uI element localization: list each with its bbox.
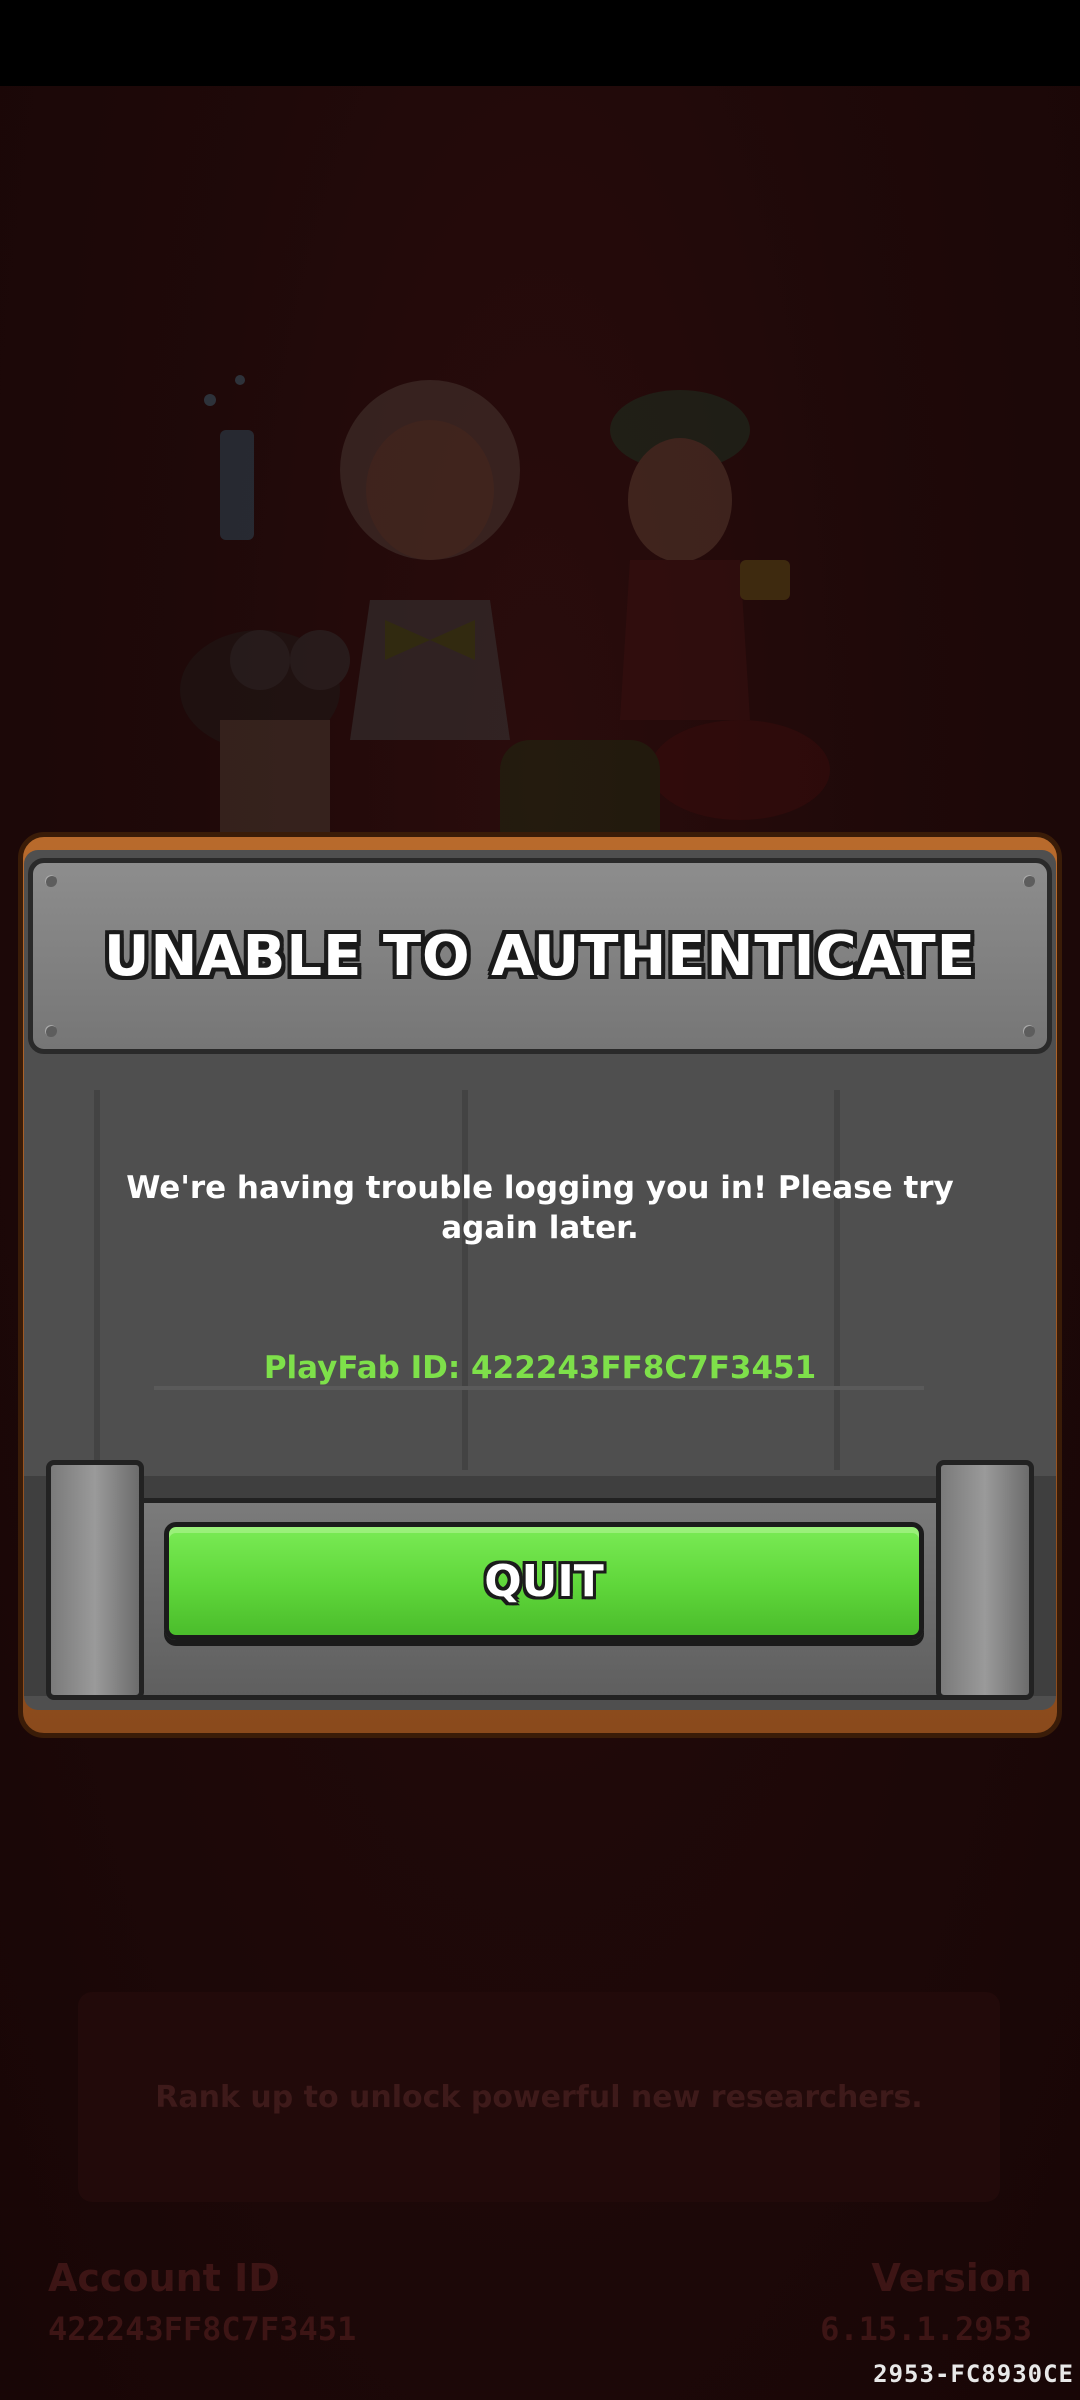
error-message: We're having trouble logging you in! Ple… — [126, 1170, 954, 1246]
build-id: 2953-FC8930CE — [873, 2360, 1074, 2388]
rivet — [1023, 1025, 1035, 1037]
tip-panel: Rank up to unlock powerful new researche… — [78, 1992, 1000, 2202]
version-value: 6.15.1.2953 — [820, 2310, 1032, 2348]
panel-seam — [834, 1090, 840, 1470]
version-label: Version — [871, 2256, 1032, 2300]
quit-button[interactable]: QUIT — [164, 1522, 924, 1640]
dialog-header: UNABLE TO AUTHENTICATE — [28, 858, 1052, 1054]
dialog-title: UNABLE TO AUTHENTICATE — [104, 923, 976, 989]
account-id-label: Account ID — [48, 2256, 280, 2300]
rail-post-right — [936, 1460, 1034, 1700]
rivet — [1023, 875, 1035, 887]
account-id-value: 422243FF8C7F3451 — [48, 2310, 357, 2348]
rivet — [45, 875, 57, 887]
dialog-body: UNABLE TO AUTHENTICATE We're having trou… — [24, 850, 1056, 1710]
panel-seam — [462, 1090, 468, 1470]
panel-seam — [154, 1386, 924, 1390]
playfab-id: PlayFab ID: 422243FF8C7F3451 — [263, 1350, 817, 1386]
rivet — [45, 1025, 57, 1037]
quit-label: QUIT — [484, 1555, 604, 1607]
researchers-illustration — [180, 375, 830, 860]
rail-post-left — [46, 1460, 144, 1700]
auth-error-dialog: UNABLE TO AUTHENTICATE We're having trou… — [18, 832, 1062, 1738]
status-bar — [0, 0, 1080, 86]
tip-text: Rank up to unlock powerful new researche… — [155, 2079, 923, 2115]
